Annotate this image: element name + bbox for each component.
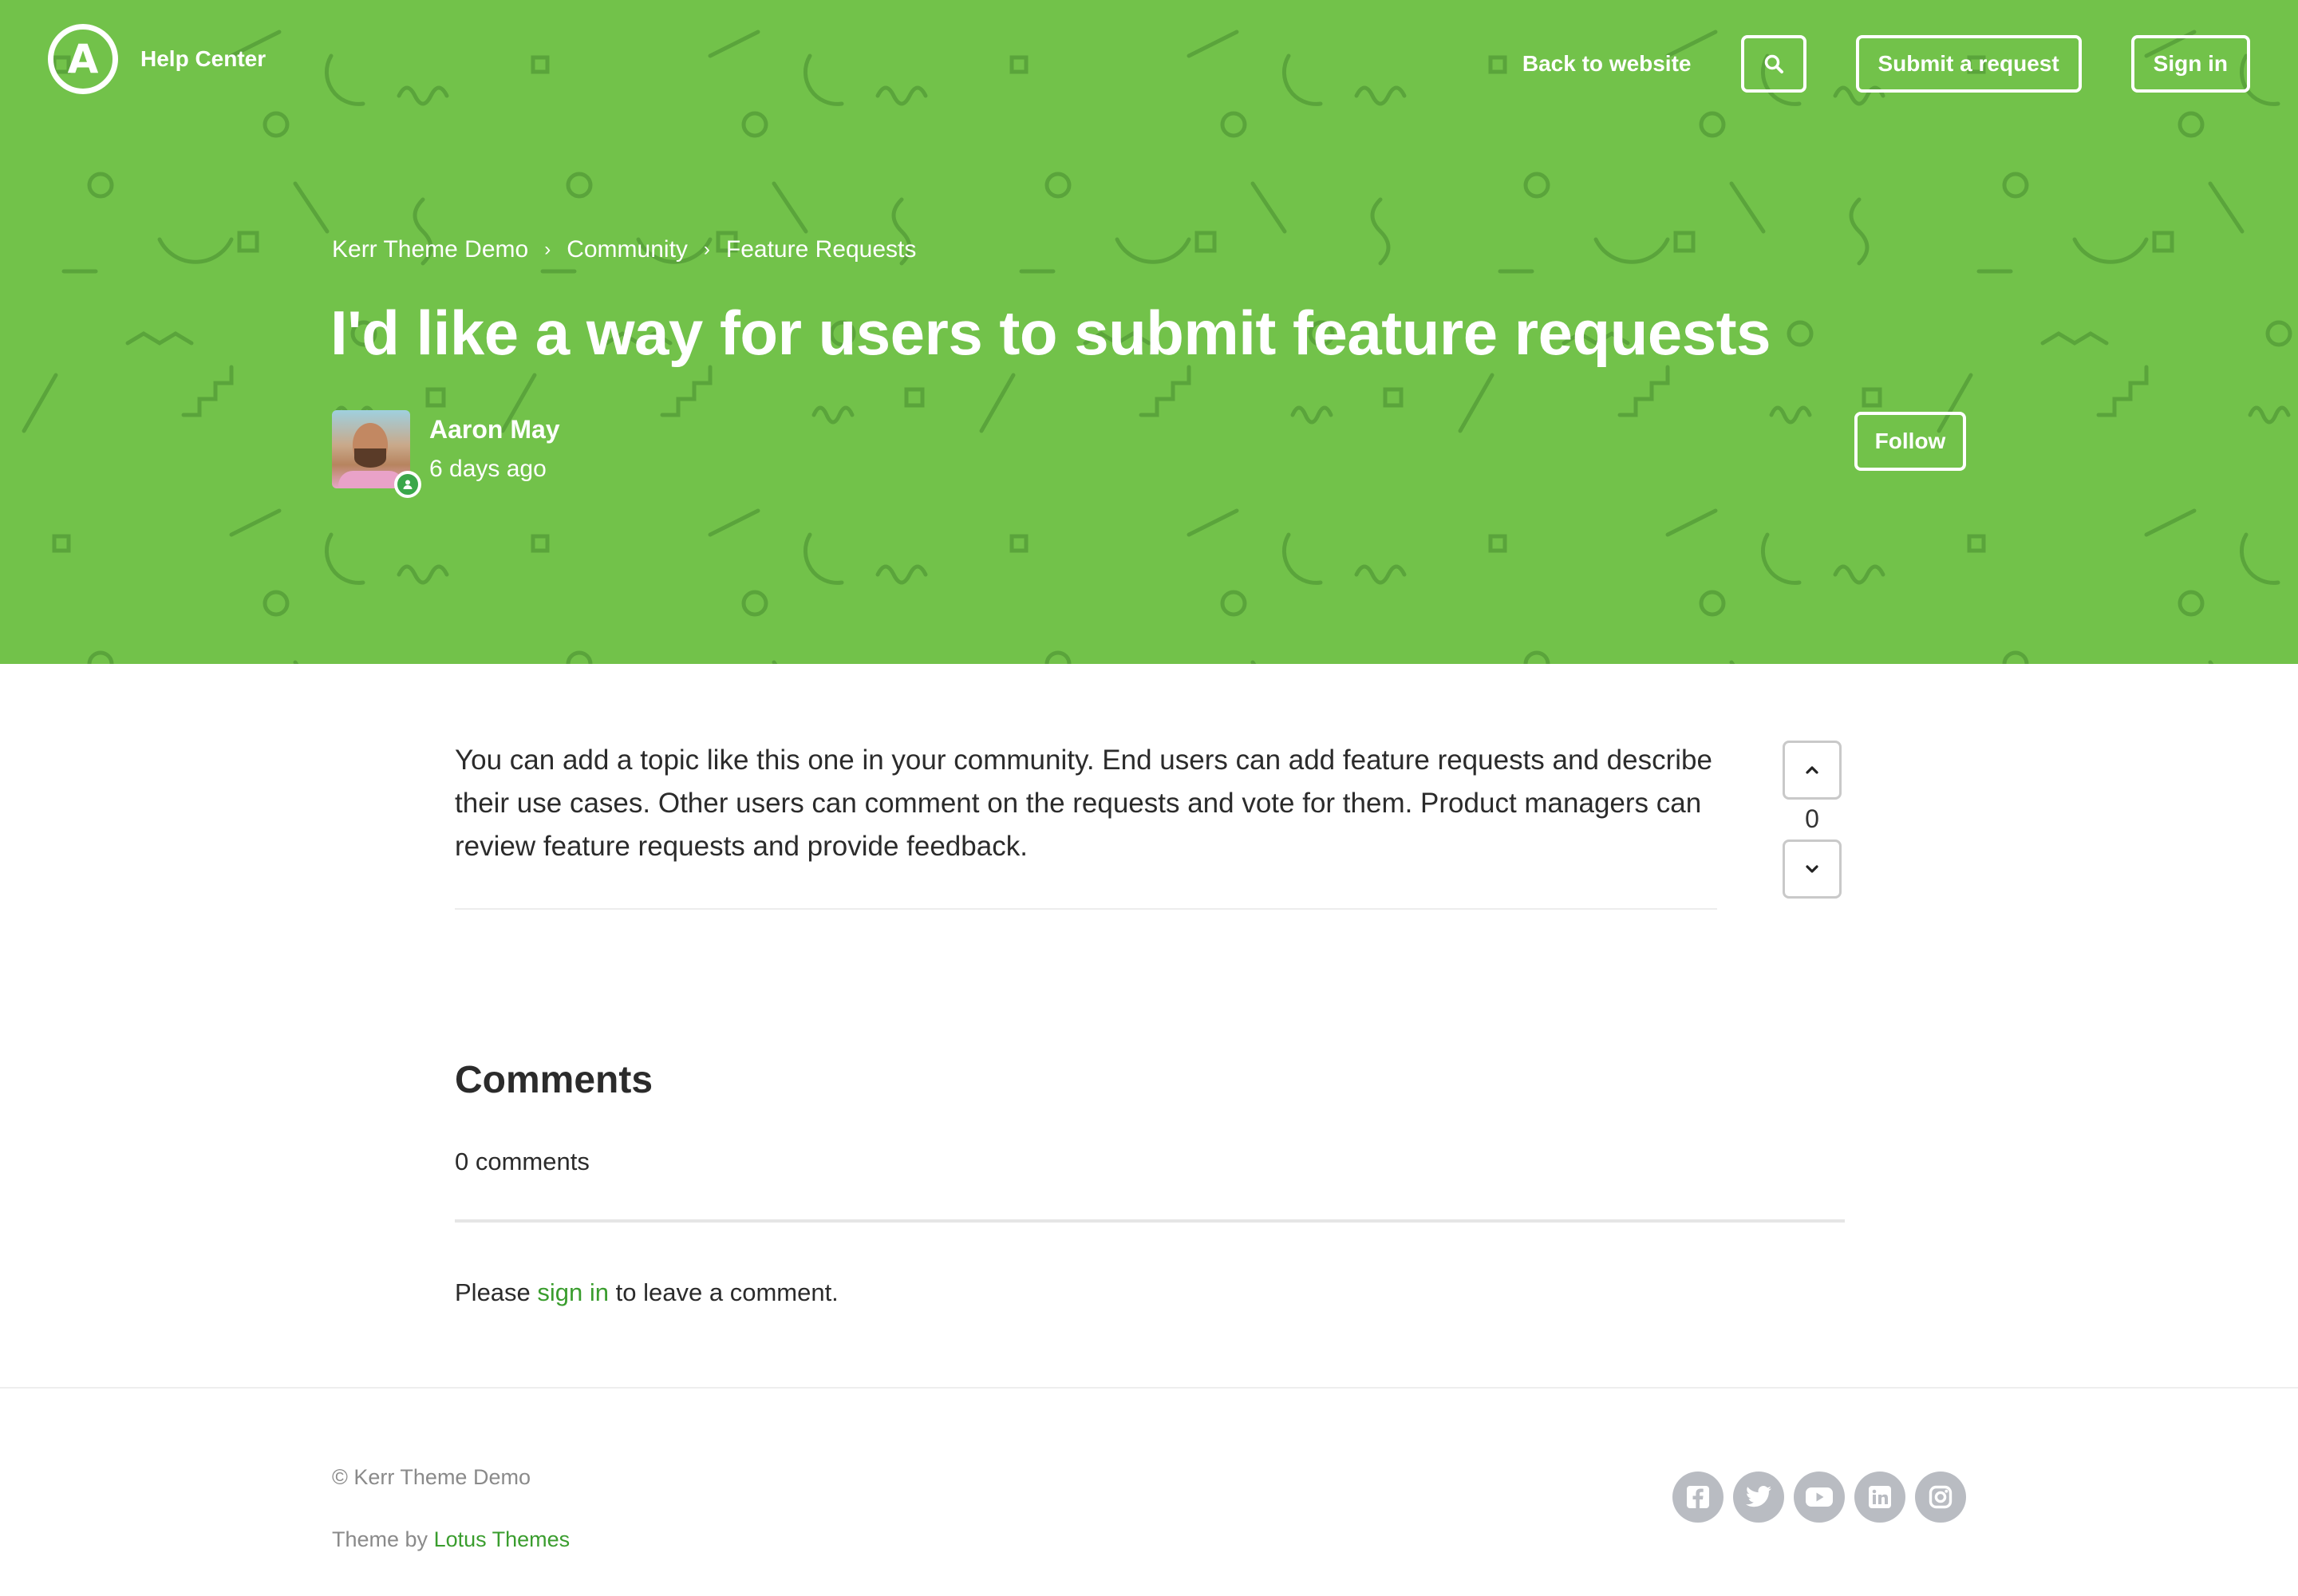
twitter-icon [1746, 1486, 1771, 1507]
post-author: Aaron May 6 days ago [332, 410, 560, 498]
avatar[interactable] [332, 410, 421, 498]
follow-button[interactable]: Follow [1854, 412, 1966, 471]
copyright-text: © Kerr Theme Demo [332, 1465, 531, 1489]
breadcrumb-item-community[interactable]: Community [567, 236, 688, 263]
user-badge-icon [394, 471, 421, 498]
theme-credit-prefix: Theme by [332, 1527, 428, 1551]
facebook-icon [1687, 1486, 1709, 1508]
page-title: I'd like a way for users to submit featu… [330, 298, 1771, 368]
post-divider [455, 908, 1717, 910]
theme-credit: Theme by Lotus Themes [332, 1527, 570, 1552]
instagram-icon [1929, 1485, 1953, 1509]
sign-in-prompt-suffix: to leave a comment. [615, 1278, 839, 1306]
sign-in-button[interactable]: Sign in [2130, 35, 2250, 93]
footer-divider [0, 1387, 2298, 1389]
post-body: You can add a topic like this one in you… [455, 745, 1712, 862]
hero-header: A Help Center Back to website Submit a r… [0, 0, 2298, 664]
upvote-button[interactable] [1783, 741, 1842, 800]
twitter-link[interactable] [1733, 1472, 1784, 1523]
author-name-link[interactable]: Aaron May [429, 415, 560, 444]
submit-request-button[interactable]: Submit a request [1855, 35, 2082, 93]
youtube-link[interactable] [1794, 1472, 1845, 1523]
comments-count: 0 comments [455, 1148, 590, 1175]
comments-divider [455, 1219, 1845, 1223]
linkedin-icon [1869, 1486, 1891, 1508]
chevron-down-icon [1806, 865, 1818, 873]
logo-link[interactable]: A Help Center [48, 24, 266, 94]
help-center-label: Help Center [140, 46, 267, 71]
breadcrumb-item-feature-requests[interactable]: Feature Requests [726, 236, 916, 263]
breadcrumb-separator-icon: › [703, 239, 710, 260]
logo-icon: A [48, 24, 118, 94]
linkedin-link[interactable] [1854, 1472, 1905, 1523]
sign-in-prompt: Please sign in to leave a comment. [455, 1278, 839, 1307]
top-nav: Back to website Submit a request Sign in [1522, 35, 2250, 93]
person-icon [403, 480, 413, 489]
vote-widget: 0 [1783, 741, 1842, 899]
comments-heading: Comments [455, 1059, 653, 1101]
downvote-button[interactable] [1783, 839, 1842, 899]
instagram-link[interactable] [1915, 1472, 1966, 1523]
breadcrumb-separator-icon: › [544, 239, 551, 260]
author-meta: Aaron May 6 days ago [429, 415, 560, 488]
breadcrumb: Kerr Theme Demo › Community › Feature Re… [332, 236, 916, 263]
facebook-link[interactable] [1672, 1472, 1724, 1523]
social-links [1672, 1472, 1966, 1523]
avatar-beard [354, 448, 386, 468]
logo-letter: A [67, 36, 99, 82]
back-to-website-link[interactable]: Back to website [1522, 51, 1692, 77]
youtube-icon [1806, 1487, 1833, 1507]
lotus-themes-link[interactable]: Lotus Themes [434, 1527, 571, 1551]
search-icon [1764, 54, 1783, 73]
vote-count: 0 [1805, 804, 1819, 833]
breadcrumb-item-home[interactable]: Kerr Theme Demo [332, 236, 528, 263]
sign-in-link[interactable]: sign in [537, 1278, 609, 1306]
post-timestamp: 6 days ago [429, 456, 547, 482]
sign-in-prompt-prefix: Please [455, 1278, 531, 1306]
search-button[interactable] [1740, 35, 1806, 93]
chevron-up-icon [1806, 766, 1818, 774]
